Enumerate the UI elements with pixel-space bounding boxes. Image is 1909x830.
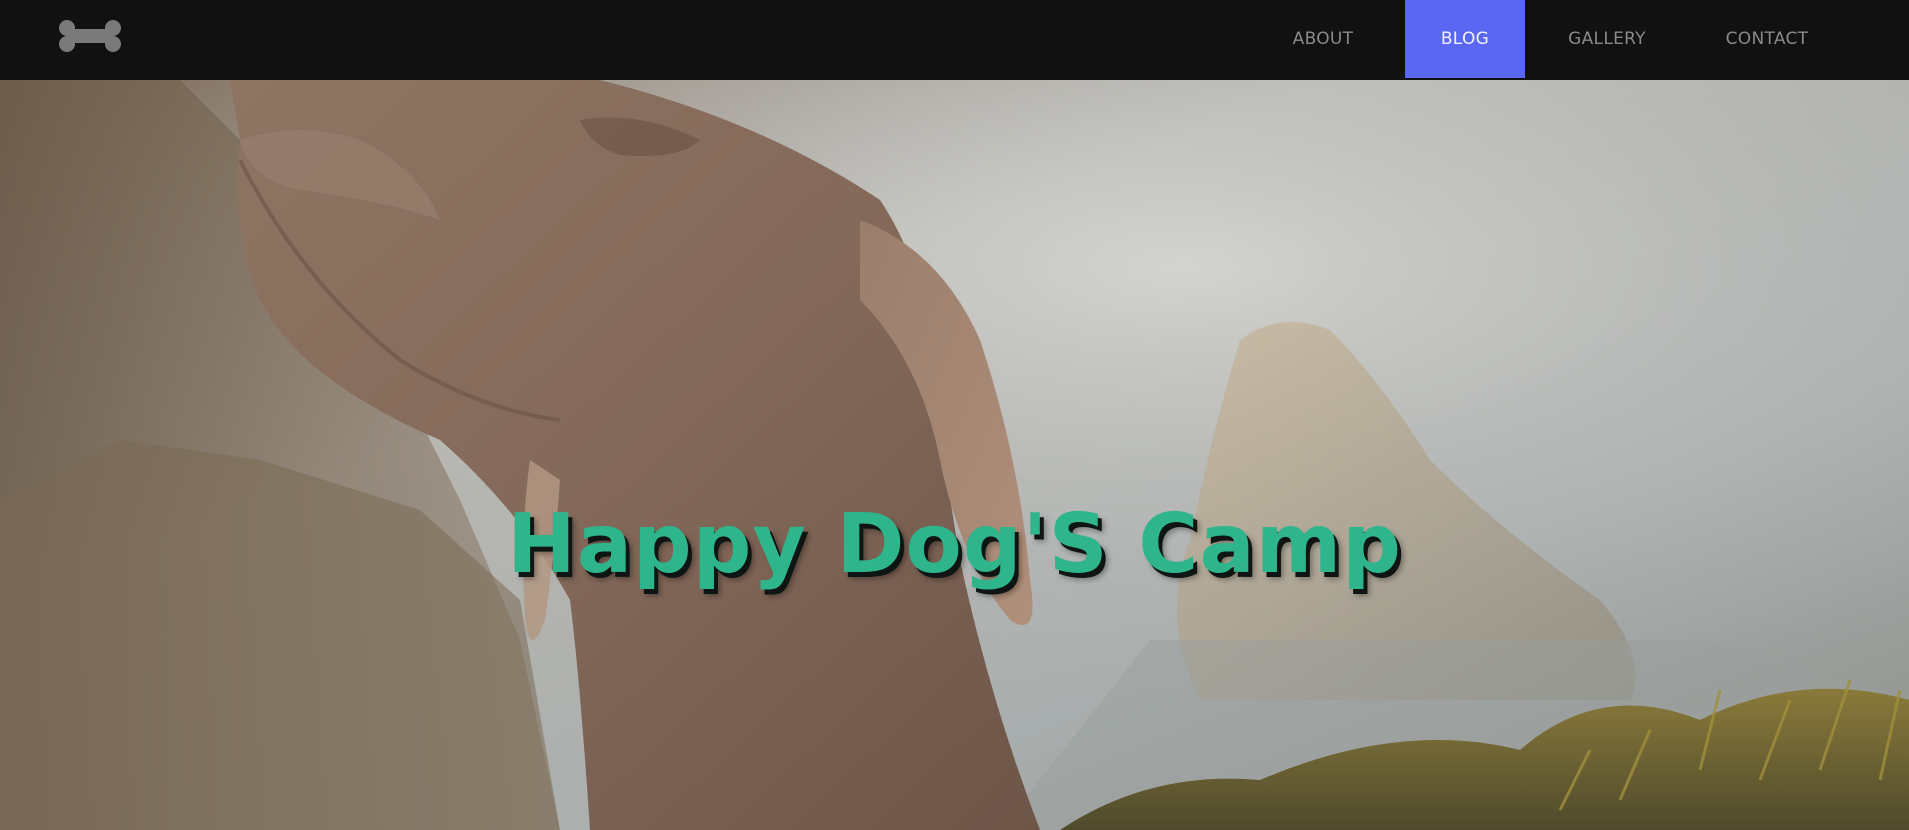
nav-contact-link[interactable]: CONTACT	[1707, 0, 1827, 78]
hero-background-image	[0, 80, 1909, 830]
hero-section: Happy Dog'S Camp	[0, 80, 1909, 830]
bone-icon[interactable]	[58, 18, 122, 54]
top-navbar: ABOUT BLOG GALLERY CONTACT	[0, 0, 1909, 80]
nav-blog-link[interactable]: BLOG	[1405, 0, 1525, 78]
hero-title: Happy Dog'S Camp	[507, 497, 1402, 592]
main-nav: ABOUT BLOG GALLERY CONTACT	[1263, 0, 1909, 80]
nav-gallery-link[interactable]: GALLERY	[1547, 0, 1667, 78]
nav-about-link[interactable]: ABOUT	[1263, 0, 1383, 78]
